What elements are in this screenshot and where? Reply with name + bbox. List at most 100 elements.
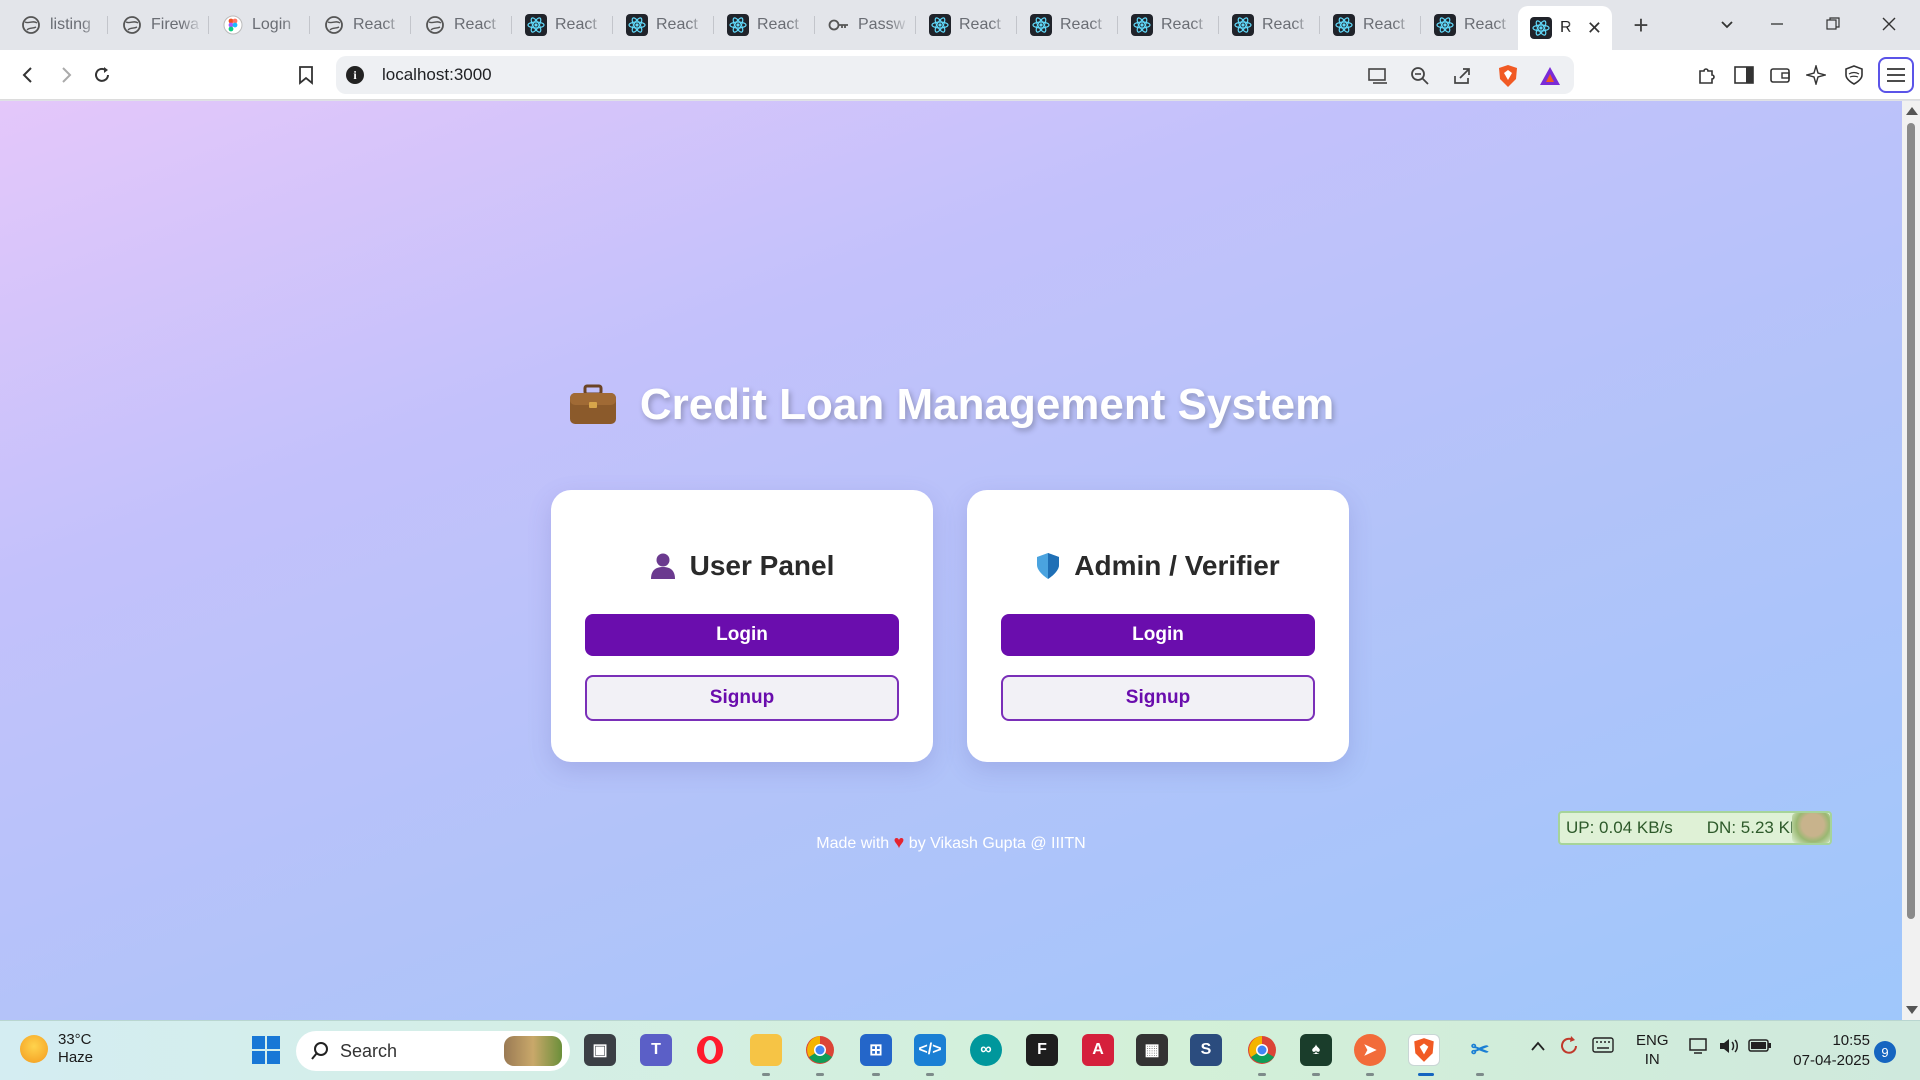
globe-icon [424,14,446,36]
browser-tab[interactable]: React [1220,6,1320,44]
footer-prefix: Made with [816,835,890,852]
volume-icon[interactable] [1718,1037,1740,1059]
tab-title: React [1464,16,1506,33]
windows-taskbar: 33°C Haze Search ▣ T ⊞ </> ∞ F A ▦ S ♠ ➤… [0,1020,1920,1080]
wallet-button[interactable] [1764,59,1796,91]
vpn-button[interactable] [1838,59,1870,91]
postman-icon[interactable]: ➤ [1354,1034,1386,1066]
scroll-up-arrow-icon[interactable] [1906,107,1918,115]
address-bar-url[interactable]: localhost:3000 [382,65,492,85]
globe-icon [323,14,345,36]
browser-tab[interactable]: React [614,6,714,44]
main-menu-button[interactable] [1878,57,1914,93]
snipping-tool-icon[interactable]: ✂ [1464,1034,1496,1066]
figma-icon[interactable]: F [1026,1034,1058,1066]
browser-tab[interactable]: Login [210,6,310,44]
app-chip-icon[interactable]: ▦ [1136,1034,1168,1066]
teams-icon[interactable]: T [640,1034,672,1066]
running-indicator [926,1073,934,1076]
weather-widget[interactable]: 33°C Haze [20,1031,93,1067]
browser-tab[interactable]: React [1119,6,1219,44]
windows-start-icon[interactable] [250,1034,282,1066]
react-icon [1232,14,1254,36]
sidebar-button[interactable] [1728,59,1760,91]
show-hidden-icons-chevron-icon[interactable] [1530,1039,1546,1056]
browser-toolbar: i localhost:3000 [0,50,1920,100]
user-login-button[interactable]: Login [585,614,899,656]
admin-signup-button[interactable]: Signup [1001,675,1315,721]
globe-icon [121,14,143,36]
taskbar-search[interactable]: Search [296,1031,570,1071]
react-icon [929,14,951,36]
arrow-left-icon [22,67,32,83]
user-signup-button[interactable]: Signup [585,675,899,721]
browser-tab[interactable]: Firewa [109,6,209,44]
opera-icon[interactable] [694,1034,726,1066]
forward-button[interactable] [50,59,82,91]
bookmark-icon [299,66,313,85]
sidebar-icon [1734,66,1754,84]
browser-tab[interactable]: React [1321,6,1421,44]
file-explorer-icon[interactable] [750,1034,782,1066]
language-indicator[interactable]: ENG IN [1636,1031,1669,1069]
brave-browser-icon[interactable] [1408,1034,1440,1066]
chrome-profile-icon[interactable] [1246,1034,1278,1066]
reload-button[interactable] [86,59,118,91]
new-tab-button[interactable]: + [1624,8,1658,42]
globe-icon [20,14,42,36]
close-tab-icon[interactable]: ✕ [1587,18,1602,39]
address-bar[interactable]: i localhost:3000 [336,56,1574,94]
vscode-icon[interactable]: </> [914,1034,946,1066]
running-indicator [816,1073,824,1076]
browser-tab[interactable]: Passw [816,6,916,44]
taskbar-clock[interactable]: 10:55 07-04-2025 [1786,1031,1870,1071]
page-scrollbar[interactable] [1902,101,1920,1020]
autocad-icon[interactable]: A [1082,1034,1114,1066]
weather-temperature: 33°C [58,1031,92,1048]
cast-icon[interactable] [1364,62,1392,90]
admin-panel-heading: Admin / Verifier [967,550,1349,582]
browser-tab[interactable]: React [917,6,1017,44]
bookmark-button[interactable] [290,59,322,91]
browser-tab[interactable]: listing [8,6,108,44]
task-view-icon[interactable]: ▣ [584,1034,616,1066]
brave-shields-icon[interactable] [1494,62,1522,90]
battery-icon[interactable] [1748,1037,1772,1057]
mongodb-icon[interactable]: ♠ [1300,1034,1332,1066]
notification-badge[interactable]: 9 [1874,1041,1896,1063]
tab-title: React [353,16,395,33]
tab-search-button[interactable] [1702,6,1752,42]
scroll-thumb[interactable] [1907,123,1915,919]
user-panel-heading: User Panel [551,550,933,582]
tab-title: React [454,16,496,33]
sketchup-icon[interactable]: S [1190,1034,1222,1066]
briefcase-icon [569,384,616,424]
browser-tab[interactable]: React [311,6,411,44]
zoom-out-icon[interactable] [1406,62,1434,90]
microsoft-store-icon[interactable]: ⊞ [860,1034,892,1066]
arduino-icon[interactable]: ∞ [970,1034,1002,1066]
network-icon[interactable] [1688,1037,1710,1059]
back-button[interactable] [12,59,44,91]
minimize-button[interactable] [1752,6,1802,42]
app-title-text: Credit Loan Management System [639,380,1335,429]
share-icon[interactable] [1448,62,1476,90]
scroll-down-arrow-icon[interactable] [1906,1006,1918,1014]
close-window-button[interactable] [1864,6,1914,42]
browser-tab[interactable]: React [715,6,815,44]
browser-tab[interactable]: React [513,6,613,44]
restore-button[interactable] [1808,6,1858,42]
brave-rewards-icon[interactable] [1536,62,1564,90]
browser-tab[interactable]: React [1422,6,1522,44]
browser-tab[interactable]: React [412,6,512,44]
app-title: Credit Loan Management System [0,380,1902,430]
browser-tab[interactable]: React [1018,6,1118,44]
keyboard-icon[interactable] [1592,1037,1614,1057]
chrome-icon[interactable] [804,1034,836,1066]
extensions-button[interactable] [1690,59,1722,91]
tab-active[interactable]: R ✕ [1518,6,1612,50]
leo-ai-button[interactable] [1800,59,1832,91]
admin-login-button[interactable]: Login [1001,614,1315,656]
site-info-icon[interactable]: i [346,66,364,84]
sync-icon[interactable] [1558,1035,1580,1061]
